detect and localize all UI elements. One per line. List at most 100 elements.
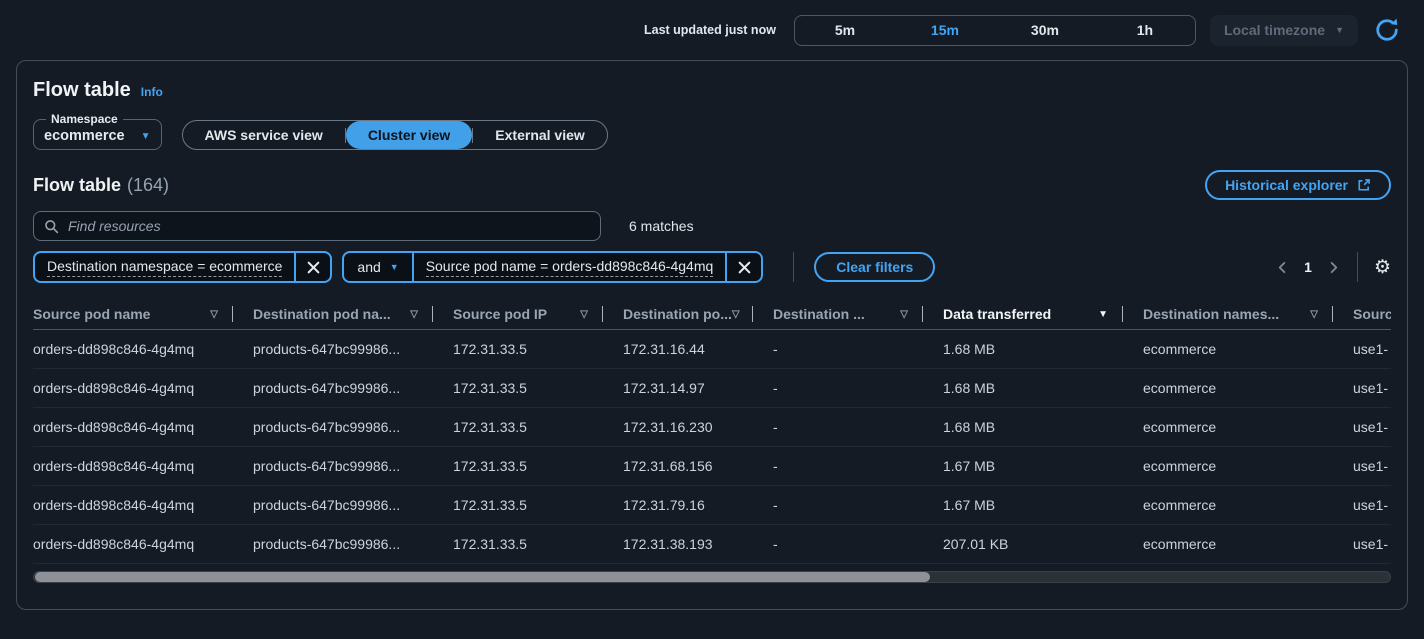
scrollbar-thumb[interactable] [35,572,930,582]
cell-source-pod-name: orders-dd898c846-4g4mq [33,497,233,513]
search-input[interactable]: Find resources [33,211,601,241]
table-row: orders-dd898c846-4g4mqproducts-647bc9998… [33,486,1391,525]
view-controls: Namespace ecommerce ▼ AWS service viewCl… [33,112,1391,150]
table-row: orders-dd898c846-4g4mqproducts-647bc9998… [33,408,1391,447]
sortable-icon: ▽ [410,309,418,320]
column-header-destination-pod-na[interactable]: Destination pod na...▽ [233,299,433,329]
sortable-icon: ▽ [1310,309,1318,320]
filter-row: Destination namespace = ecommerce and ▼ … [33,251,1391,283]
refresh-button[interactable] [1372,15,1402,45]
table-body: orders-dd898c846-4g4mqproducts-647bc9998… [33,330,1391,564]
match-count: 6 matches [629,218,694,234]
sortable-icon: ▽ [210,309,218,320]
tab-external-view[interactable]: External view [473,121,607,149]
filter-operator-label: and [357,259,380,275]
table-row: orders-dd898c846-4g4mqproducts-647bc9998… [33,525,1391,564]
table-section-header: Flow table(164) Historical explorer [33,170,1391,200]
horizontal-scrollbar[interactable] [33,571,1391,583]
cell-source-pod-ip: 172.31.33.5 [433,458,603,474]
column-header-source[interactable]: Source ...▽ [1333,299,1391,329]
chevron-down-icon: ▼ [390,262,399,272]
view-segmented-control: AWS service viewCluster viewExternal vie… [182,120,608,150]
tab-cluster-view[interactable]: Cluster view [346,121,472,149]
cell-data-transferred: 1.68 MB [923,419,1123,435]
cell-source-pod-name: orders-dd898c846-4g4mq [33,380,233,396]
time-range-15m[interactable]: 15m [895,16,995,45]
cell-destination-po: 172.31.16.44 [603,341,753,357]
filter-operator-dropdown[interactable]: and ▼ [344,253,411,281]
close-icon [738,261,751,274]
column-header-source-pod-name[interactable]: Source pod name▽ [33,299,233,329]
column-header-destination-po[interactable]: Destination po...▽ [603,299,753,329]
panel-header: Flow table Info [33,79,1391,102]
next-page-button[interactable] [1327,261,1340,274]
time-range-selector: 5m15m30m1h [794,15,1196,46]
timezone-button[interactable]: Local timezone ▼ [1210,15,1358,46]
column-label: Data transferred [943,306,1051,322]
column-label: Destination ... [773,306,865,322]
cell-destination-pod-na: products-647bc99986... [233,536,433,552]
cell-destination-names: ecommerce [1123,380,1333,396]
column-header-destination-names[interactable]: Destination names... ▽ [1123,299,1333,329]
cell-destination-po: 172.31.68.156 [603,458,753,474]
vertical-divider [1357,252,1358,282]
cell-destination-pod-na: products-647bc99986... [233,497,433,513]
cell-destination-po: 172.31.16.230 [603,419,753,435]
close-icon [307,261,320,274]
search-placeholder: Find resources [68,218,161,234]
cell-source: use1- [1333,497,1391,513]
cell-source-pod-name: orders-dd898c846-4g4mq [33,536,233,552]
pagination: 1 [1276,259,1340,275]
tab-aws-service-view[interactable]: AWS service view [183,121,345,149]
previous-page-button[interactable] [1276,261,1289,274]
remove-filter-button[interactable] [296,253,330,281]
remove-filter-button[interactable] [727,253,761,281]
cell-destination-names: ecommerce [1123,458,1333,474]
cell-destination-pod-na: products-647bc99986... [233,380,433,396]
table-title: Flow table [33,175,121,195]
filter-token-label[interactable]: Source pod name = orders-dd898c846-4g4mq [426,258,714,277]
filter-token-label[interactable]: Destination namespace = ecommerce [47,258,282,277]
sortable-icon: ▽ [900,309,908,320]
clear-filters-button[interactable]: Clear filters [814,252,935,282]
last-updated-text: Last updated just now [644,23,776,37]
filter-token-source-pod-name: and ▼ Source pod name = orders-dd898c846… [342,251,763,283]
table-row: orders-dd898c846-4g4mqproducts-647bc9998… [33,369,1391,408]
cell-source-pod-ip: 172.31.33.5 [433,536,603,552]
filter-token-destination-namespace: Destination namespace = ecommerce [33,251,332,283]
column-label: Destination names... [1143,306,1279,322]
column-label: Source ... [1353,306,1391,322]
historical-explorer-button[interactable]: Historical explorer [1205,170,1391,200]
vertical-divider [793,252,794,282]
cell-data-transferred: 1.68 MB [923,341,1123,357]
current-page-number[interactable]: 1 [1304,259,1312,275]
cell-destination-po: 172.31.79.16 [603,497,753,513]
cell-destination-pod-na: products-647bc99986... [233,458,433,474]
historical-explorer-label: Historical explorer [1225,177,1348,193]
cell-destination-names: ecommerce [1123,497,1333,513]
column-label: Source pod IP [453,306,547,322]
top-toolbar: Last updated just now 5m15m30m1h Local t… [0,0,1424,60]
chevron-left-icon [1276,261,1289,274]
namespace-select[interactable]: Namespace ecommerce ▼ [33,112,162,150]
cell-destination-names: ecommerce [1123,341,1333,357]
cell-destination: - [753,341,923,357]
gear-icon: ⚙ [1374,257,1391,278]
table-settings-button[interactable]: ⚙ [1374,258,1391,277]
time-range-1h[interactable]: 1h [1095,16,1195,45]
cell-destination: - [753,497,923,513]
cell-data-transferred: 207.01 KB [923,536,1123,552]
info-link[interactable]: Info [141,85,163,99]
time-range-5m[interactable]: 5m [795,16,895,45]
cell-destination: - [753,458,923,474]
column-header-data-transferred[interactable]: Data transferred▼ [923,299,1123,329]
cell-data-transferred: 1.67 MB [923,497,1123,513]
cell-destination: - [753,419,923,435]
column-header-destination[interactable]: Destination ... ▽ [753,299,923,329]
cell-destination-po: 172.31.14.97 [603,380,753,396]
chevron-down-icon: ▼ [1335,25,1344,35]
time-range-30m[interactable]: 30m [995,16,1095,45]
column-header-source-pod-ip[interactable]: Source pod IP▽ [433,299,603,329]
sortable-icon: ▽ [732,309,740,320]
refresh-icon [1374,17,1400,43]
